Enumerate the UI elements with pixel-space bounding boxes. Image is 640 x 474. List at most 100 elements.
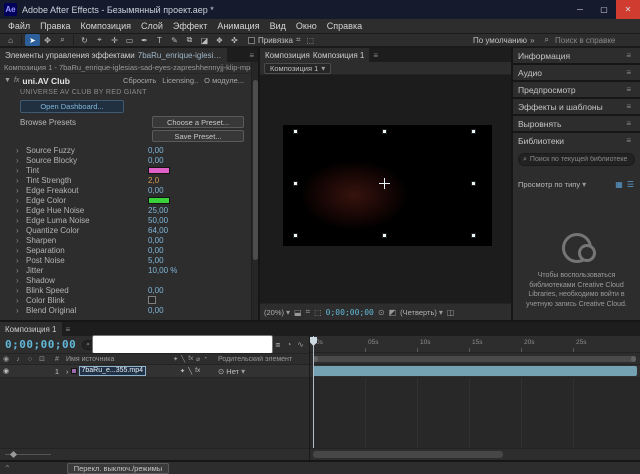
snap-label[interactable]: Привязка xyxy=(258,36,293,45)
panel-tab-preview[interactable]: Предпросмотр ≡ xyxy=(513,82,640,97)
audio-column-icon[interactable]: ♪ xyxy=(12,356,24,363)
panel-menu-icon[interactable]: ≡ xyxy=(622,136,635,145)
draft-3d-icon[interactable]: ◔ xyxy=(286,340,291,349)
home-tool-icon[interactable]: ⌂ xyxy=(3,34,18,46)
property-value[interactable]: 25,00 xyxy=(148,206,168,215)
tint-color-swatch[interactable] xyxy=(148,167,170,174)
lock-column-icon[interactable]: ⊡ xyxy=(36,355,48,363)
eraser-tool-icon[interactable]: ◪ xyxy=(197,34,212,46)
twirl-open-icon[interactable]: ▼ xyxy=(4,77,11,84)
view-layout-icon[interactable]: ◫ xyxy=(447,308,455,317)
zoom-level-dropdown[interactable]: (20%) ▾ xyxy=(264,308,290,317)
scrollbar-thumb[interactable] xyxy=(253,80,258,260)
eye-column-icon[interactable]: ◉ xyxy=(0,355,12,363)
channels-icon[interactable]: ◩ xyxy=(389,308,397,317)
quality-switch-icon[interactable]: ✦ xyxy=(173,355,178,363)
panel-tab-effects-presets[interactable]: Эффекты и шаблоны ≡ xyxy=(513,99,640,114)
selection-handle-mid-left[interactable] xyxy=(293,181,298,186)
selection-handle-bottom-center[interactable] xyxy=(382,233,387,238)
edge-color-swatch[interactable] xyxy=(148,197,170,204)
preview-timecode[interactable]: 0;00;00;00 xyxy=(326,308,374,317)
menu-help[interactable]: Справка xyxy=(322,21,367,31)
tab-composition[interactable]: Композиция Композиция 1 xyxy=(260,48,369,62)
brush-tool-icon[interactable]: ✎ xyxy=(167,34,182,46)
zoom-slider-knob[interactable] xyxy=(10,451,17,458)
graph-editor-icon[interactable]: ∿ xyxy=(297,340,304,349)
view-by-type-dropdown[interactable]: Просмотр по типу xyxy=(518,180,580,189)
workspace-selector[interactable]: По умолчанию xyxy=(473,36,527,45)
resolution-dropdown[interactable]: (Четверть) ▾ xyxy=(400,308,443,317)
source-name-column-header[interactable]: Имя источника xyxy=(66,356,162,363)
fx-badge-icon[interactable]: fx xyxy=(14,77,19,84)
twirl-icon[interactable]: › xyxy=(16,296,26,305)
region-of-interest-icon[interactable]: ⬚ xyxy=(314,308,322,317)
orbit-camera-tool-icon[interactable]: ↻ xyxy=(77,34,92,46)
property-value[interactable]: 2,0 xyxy=(148,176,159,185)
vertical-scrollbar[interactable] xyxy=(251,62,258,320)
selection-handle-bottom-right[interactable] xyxy=(471,233,476,238)
property-value[interactable]: 10,00 % xyxy=(148,266,177,275)
parent-column-header[interactable]: Родительский элемент xyxy=(218,356,310,363)
panel-menu-icon[interactable]: ≡ xyxy=(369,48,382,62)
puppet-tool-icon[interactable]: ✜ xyxy=(227,34,242,46)
panel-menu-icon[interactable]: ≡ xyxy=(62,322,75,336)
anchor-point-crosshair[interactable] xyxy=(379,178,390,189)
about-link[interactable]: О модуле... xyxy=(204,76,244,85)
property-value[interactable]: 50,00 xyxy=(148,216,168,225)
close-button[interactable]: ✕ xyxy=(616,0,640,19)
twirl-icon[interactable]: › xyxy=(16,186,26,195)
parent-pickwhip-icon[interactable]: ⊙ xyxy=(218,367,224,376)
layer-row[interactable]: ◉ 1 › 7baRu_e...355.mp4 ✦ ╲ fx xyxy=(0,365,309,378)
solo-column-icon[interactable]: ○ xyxy=(24,356,36,363)
menu-view[interactable]: Вид xyxy=(265,21,291,31)
safe-areas-icon[interactable]: ⬓ xyxy=(294,308,302,317)
layer-parent-value[interactable]: Нет xyxy=(226,367,239,376)
panel-menu-icon[interactable]: ≡ xyxy=(622,119,635,128)
playhead[interactable] xyxy=(313,336,314,448)
panel-tab-audio[interactable]: Аудио ≡ xyxy=(513,65,640,80)
menu-file[interactable]: Файл xyxy=(3,21,35,31)
snap-checkbox[interactable] xyxy=(248,37,255,44)
layer-label-color[interactable] xyxy=(71,368,77,374)
unified-camera-tool-icon[interactable]: ⌖ xyxy=(92,34,107,46)
twirl-icon[interactable]: › xyxy=(16,246,26,255)
layer-duration-bar[interactable] xyxy=(313,366,637,376)
pen-tool-icon[interactable]: ✒ xyxy=(137,34,152,46)
grid-view-icon[interactable]: ▦ xyxy=(614,180,624,189)
property-value[interactable]: 0,00 xyxy=(148,306,164,315)
frame-blend-switch-icon[interactable]: ╲ xyxy=(181,355,185,363)
twirl-icon[interactable]: › xyxy=(16,236,26,245)
snapshot-icon[interactable]: ⊙ xyxy=(378,308,385,317)
panel-tab-libraries[interactable]: Библиотеки ≡ xyxy=(513,133,640,148)
twirl-icon[interactable]: › xyxy=(16,196,26,205)
layer-frame-blend-switch[interactable]: ╲ xyxy=(188,367,192,375)
selection-tool-icon[interactable]: ➤ xyxy=(25,34,40,46)
twirl-icon[interactable]: › xyxy=(16,256,26,265)
layer-twirl-icon[interactable]: › xyxy=(66,367,69,376)
property-value[interactable]: 0,00 xyxy=(148,246,164,255)
minimize-button[interactable]: ─ xyxy=(568,0,592,19)
tab-timeline-composition[interactable]: Композиция 1 xyxy=(0,322,62,336)
time-ruler[interactable]: 0s 05s 10s 15s 20s 25s xyxy=(310,336,640,353)
choose-preset-button[interactable]: Choose a Preset... xyxy=(152,116,244,128)
motion-blur-switch-icon[interactable]: ⌀ xyxy=(196,355,200,363)
selection-handle-mid-right[interactable] xyxy=(471,181,476,186)
expand-indicator-icon[interactable]: ⌃ xyxy=(4,464,11,473)
hscroll-thumb[interactable] xyxy=(313,451,503,458)
panel-tab-info[interactable]: Информация ≡ xyxy=(513,48,640,63)
chevron-down-icon[interactable]: ▾ xyxy=(582,180,586,189)
layer-search-input[interactable] xyxy=(92,335,273,354)
twirl-icon[interactable]: › xyxy=(16,286,26,295)
color-blink-checkbox[interactable] xyxy=(148,296,156,304)
menu-layer[interactable]: Слой xyxy=(136,21,168,31)
maximize-button[interactable]: ▢ xyxy=(592,0,616,19)
library-search-input[interactable] xyxy=(530,156,630,163)
zoom-tool-icon[interactable]: ⌕ xyxy=(55,34,70,46)
panel-menu-icon[interactable]: ≡ xyxy=(622,68,635,77)
panel-menu-icon[interactable]: ≡ xyxy=(622,102,635,111)
panel-tab-align[interactable]: Выровнять ≡ xyxy=(513,116,640,131)
twirl-icon[interactable]: › xyxy=(16,306,26,315)
layer-quality-switch[interactable]: ✦ xyxy=(180,367,185,375)
property-value[interactable]: 0,00 xyxy=(148,286,164,295)
tab-effect-controls[interactable]: Элементы управления эффектами 7baRu_enri… xyxy=(0,48,227,62)
